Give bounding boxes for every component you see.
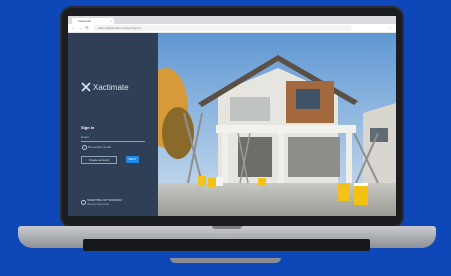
laptop-keyboard [83, 239, 370, 251]
laptop-brand-label: MacBook Pro [216, 229, 241, 234]
navigation-icons[interactable]: ← → ⟳ [71, 25, 90, 31]
next-button[interactable]: NEXT [126, 156, 139, 163]
help-link[interactable]: Visit our help center [87, 203, 109, 206]
email-field[interactable] [81, 141, 145, 142]
create-account-button[interactable]: Create account [81, 156, 117, 164]
address-bar[interactable]: https://xactimate.com/xor/sign-in [94, 25, 352, 31]
url-text: https://xactimate.com/xor/sign-in [98, 26, 142, 30]
xactimate-logo-icon [81, 82, 91, 92]
remember-label: Remember email [88, 145, 111, 149]
logo-text: Xactimate [93, 83, 129, 92]
help-icon [81, 200, 86, 205]
email-label: Email [81, 135, 89, 139]
hero-house-image [158, 33, 396, 216]
help-title: SOMETHING NOT WORKING? [87, 199, 123, 202]
signin-title: Sign in [81, 125, 95, 130]
remember-checkbox[interactable] [82, 145, 87, 150]
browser-tab-strip: Xactimate × [68, 16, 396, 24]
signin-panel: Xactimate Sign in Email Remember email C… [68, 33, 158, 216]
app-page: Xactimate Sign in Email Remember email C… [68, 33, 396, 216]
browser-menu-icon[interactable]: ⋮ [388, 25, 392, 31]
laptop-screen: Xactimate × ← → ⟳ https://xactimate.com/… [68, 16, 396, 216]
laptop-foot [170, 258, 281, 263]
browser-toolbar: ← → ⟳ https://xactimate.com/xor/sign-in … [68, 24, 396, 33]
